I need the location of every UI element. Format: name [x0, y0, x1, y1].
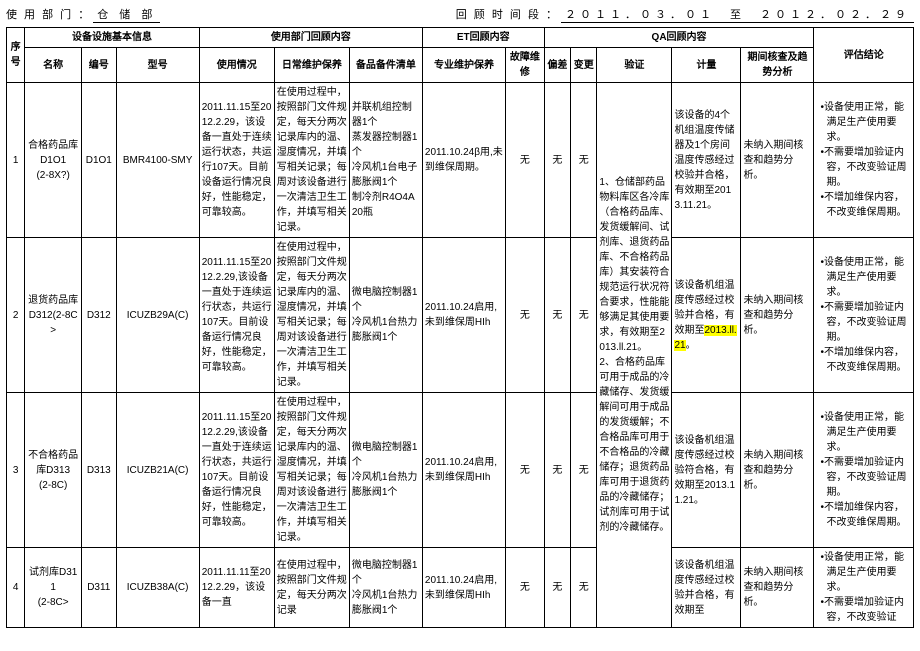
dept-value: 仓 储 部: [93, 6, 160, 23]
cell-name: 退货药品库D312(2-8C>: [25, 238, 82, 393]
cell-conclusion: •设备使用正常，能满足生产使用要求。•不需要增加验证内容，不改变验证周期。•不增…: [814, 238, 914, 393]
cell-seq: 4: [7, 548, 25, 628]
h-basic: 设备设施基本信息: [25, 28, 199, 48]
cell-spare: 微电脑控制器1个冷风机1台热力膨胀阀1个: [349, 393, 422, 548]
review-table: 序 号 设备设施基本信息 使用部门回顾内容 ET回顾内容 QA回顾内容 评估结论…: [6, 27, 914, 628]
cell-fault: 无: [506, 393, 545, 548]
cell-spare: 微电脑控制器1个冷风机1台热力膨胀阀1个: [349, 238, 422, 393]
cell-usage: 2011.11.11至2012.2.29，该设备一直: [199, 548, 274, 628]
cell-model: ICUZB29A(C): [116, 238, 199, 393]
cell-chg: 无: [571, 393, 597, 548]
cell-trend: 未纳入期间核查和趋势分析。: [741, 83, 814, 238]
cell-meas: 该设备机组温度传感经过校验并合格，有效期至2013.ll.21。: [672, 238, 741, 393]
h-code: 编号: [82, 48, 116, 83]
h-seq: 序 号: [7, 28, 25, 83]
h-dept-review: 使用部门回顾内容: [199, 28, 422, 48]
cell-code: D1O1: [82, 83, 116, 238]
cell-trend: 未纳入期间核查和趋势分析。: [741, 548, 814, 628]
cell-conclusion: •设备使用正常，能满足生产使用要求。•不需要增加验证内容，不改变验证周期。•不增…: [814, 393, 914, 548]
cell-usage: 2011.11.15至2012.2.29,该设备一直处于连续运行状态，共运行10…: [199, 393, 274, 548]
cell-code: D311: [82, 548, 116, 628]
cell-usage: 2011.11.15至2012.2.29,该设备一直处于连续运行状态，共运行10…: [199, 238, 274, 393]
cell-code: D313: [82, 393, 116, 548]
cell-conclusion: •设备使用正常，能满足生产使用要求。•不需要增加验证内容，不改变验证: [814, 548, 914, 628]
cell-model: BMR4100-SMY: [116, 83, 199, 238]
cell-seq: 3: [7, 393, 25, 548]
h-spare: 备品备件清单: [349, 48, 422, 83]
cell-meas: 该设备机组温度传感经过校验符合格，有效期至2013.11.21。: [672, 393, 741, 548]
h-dev: 偏差: [544, 48, 570, 83]
cell-trend: 未纳入期间核查和趋势分析。: [741, 238, 814, 393]
cell-name: 不合格药品库D313(2-8C): [25, 393, 82, 548]
h-meas: 计量: [672, 48, 741, 83]
cell-model: ICUZB21A(C): [116, 393, 199, 548]
table-header: 序 号 设备设施基本信息 使用部门回顾内容 ET回顾内容 QA回顾内容 评估结论…: [7, 28, 914, 83]
cell-daily: 在使用过程中，按照部门文件规定，每天分两次记录库内的温、湿度情况，并填写相关记录…: [274, 393, 349, 548]
cell-meas: 该设备的4个机组温度传储器及1个房间温度传感经过校验并合格，有效期至2013.1…: [672, 83, 741, 238]
cell-model: ICUZB38A(C): [116, 548, 199, 628]
cell-daily: 在使用过程中，按照部门文件规定，每天分两次记录: [274, 548, 349, 628]
table-row: 4试剂库D311(2-8C>D311ICUZB38A(C)2011.11.11至…: [7, 548, 914, 628]
h-daily: 日常维护保养: [274, 48, 349, 83]
cell-daily: 在使用过程中，按照部门文件规定，每天分两次记录库内的温、湿度情况，并填写相关记录…: [274, 238, 349, 393]
h-usage: 使用情况: [199, 48, 274, 83]
cell-dev: 无: [544, 83, 570, 238]
period-label: 回 顾 时 间 段 ：: [456, 6, 559, 23]
h-fault: 故障维修: [506, 48, 545, 83]
h-model: 型号: [116, 48, 199, 83]
cell-daily: 在使用过程中，按照部门文件规定，每天分两次记录库内的温、湿度情况，并填写相关记录…: [274, 83, 349, 238]
h-pro: 专业维护保养: [422, 48, 505, 83]
table-row: 2退货药品库D312(2-8C>D312ICUZB29A(C)2011.11.1…: [7, 238, 914, 393]
cell-fault: 无: [506, 548, 545, 628]
cell-dev: 无: [544, 548, 570, 628]
cell-spare: 并联机组控制器1个蒸发器控制器1个冷风机1台电子膨胀阀1个制冷剂R4O4A20瓶: [349, 83, 422, 238]
dept-label: 使 用 部 门 ：: [6, 6, 91, 23]
cell-seq: 2: [7, 238, 25, 393]
cell-chg: 无: [571, 238, 597, 393]
cell-chg: 无: [571, 83, 597, 238]
period-value: ２０１１．０３．０１ 至 ２０１２．０２．２９: [561, 6, 914, 23]
h-et: ET回顾内容: [422, 28, 544, 48]
h-trend: 期间核查及趋势分析: [741, 48, 814, 83]
table-row: 1合格药品库D1O1(2-8X?)D1O1BMR4100-SMY2011.11.…: [7, 83, 914, 238]
cell-conclusion: •设备使用正常，能满足生产使用要求。•不需要增加验证内容，不改变验证周期。•不增…: [814, 83, 914, 238]
cell-usage: 2011.11.15至2012.2.29，该设备一直处于连续运行状态，共运行10…: [199, 83, 274, 238]
h-chg: 变更: [571, 48, 597, 83]
h-conc: 评估结论: [814, 28, 914, 83]
cell-dev: 无: [544, 393, 570, 548]
cell-trend: 未纳入期间核查和趋势分析。: [741, 393, 814, 548]
cell-verification: 1、仓储部药品物料库区各冷库（合格药品库、发货缓解间、试剂库、退货药品库、不合格…: [597, 83, 672, 628]
cell-seq: 1: [7, 83, 25, 238]
cell-code: D312: [82, 238, 116, 393]
cell-chg: 无: [571, 548, 597, 628]
cell-pro: 2011.10.24启用,未到维保周HIh: [422, 548, 505, 628]
cell-pro: 2011.10.24β用,未到维保周期。: [422, 83, 505, 238]
cell-pro: 2011.10.24启用,未到维保周HIh: [422, 393, 505, 548]
table-row: 3不合格药品库D313(2-8C)D313ICUZB21A(C)2011.11.…: [7, 393, 914, 548]
cell-name: 合格药品库D1O1(2-8X?): [25, 83, 82, 238]
cell-spare: 微电脑控制器1个冷风机1台热力膨胀阀1个: [349, 548, 422, 628]
cell-fault: 无: [506, 238, 545, 393]
cell-dev: 无: [544, 238, 570, 393]
top-bar: 使 用 部 门 ： 仓 储 部 回 顾 时 间 段 ： ２０１１．０３．０１ 至…: [6, 6, 914, 23]
h-name: 名称: [25, 48, 82, 83]
cell-meas: 该设备机组温度传感经过校验并合格，有效期至: [672, 548, 741, 628]
cell-fault: 无: [506, 83, 545, 238]
cell-name: 试剂库D311(2-8C>: [25, 548, 82, 628]
h-ver: 验证: [597, 48, 672, 83]
h-qa: QA回顾内容: [544, 28, 814, 48]
cell-pro: 2011.10.24启用,未到维保周HIh: [422, 238, 505, 393]
